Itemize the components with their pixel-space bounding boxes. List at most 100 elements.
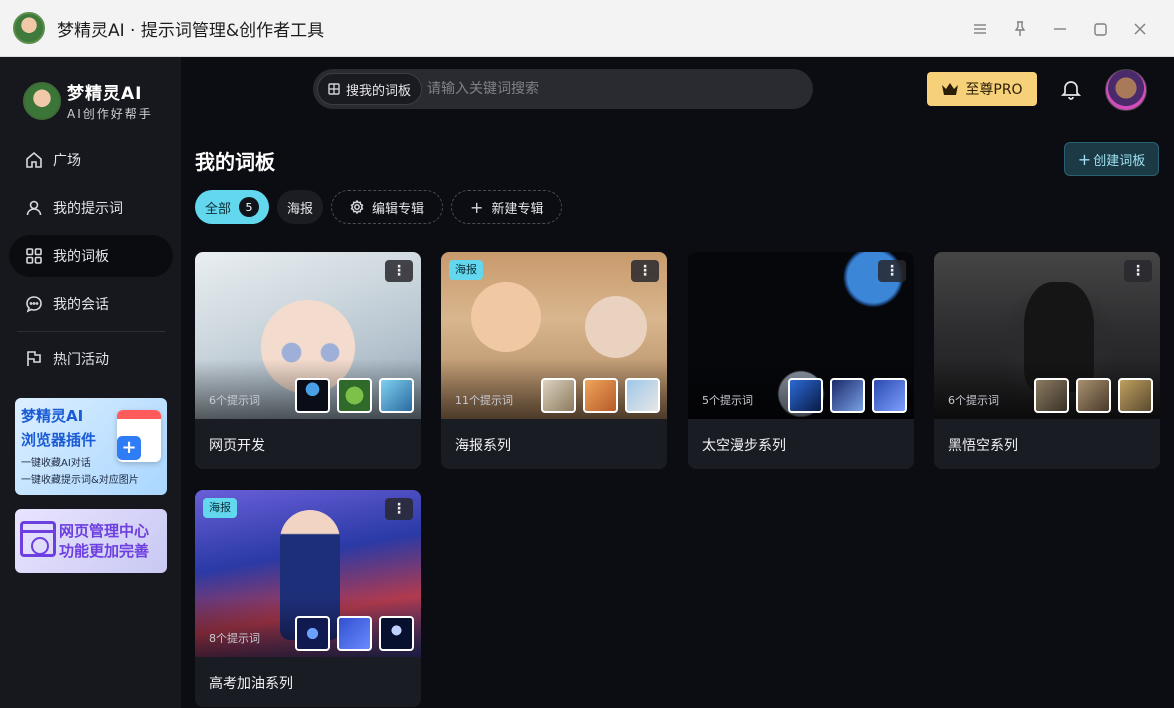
board-prompt-count: 5个提示词 xyxy=(702,394,753,407)
thumbnail-image[interactable] xyxy=(625,378,660,413)
thumbnail-image[interactable] xyxy=(583,378,618,413)
web-window-icon xyxy=(20,521,56,557)
search-scope-button[interactable]: 搜我的词板 xyxy=(317,73,423,105)
sidebar-item-label: 热门活动 xyxy=(53,352,109,368)
promo-title: 梦精灵AI xyxy=(21,407,84,425)
new-album-button[interactable]: + 新建专辑 xyxy=(451,190,563,224)
home-icon xyxy=(26,151,42,168)
pro-label: 至尊PRO xyxy=(965,82,1023,98)
thumbnail-image[interactable] xyxy=(1118,378,1153,413)
sidebar-item-label: 我的提示词 xyxy=(53,201,123,217)
notification-bell-icon[interactable] xyxy=(1060,78,1082,100)
sidebar-item-my-chats[interactable]: 我的会话 xyxy=(9,283,173,325)
board-prompt-count: 8个提示词 xyxy=(209,632,260,645)
maximize-icon[interactable] xyxy=(1080,16,1120,42)
app-logo-icon xyxy=(13,12,45,44)
board-prompt-count: 6个提示词 xyxy=(948,394,999,407)
board-card[interactable]: ⋮ 6个提示词 黑悟空系列 xyxy=(934,252,1160,469)
create-board-button[interactable]: + 创建词板 xyxy=(1064,142,1159,176)
chat-icon xyxy=(26,296,42,313)
board-card[interactable]: ⋮ 6个提示词 网页开发 xyxy=(195,252,421,469)
thumbnail-image[interactable] xyxy=(379,378,414,413)
board-name: 海报系列 xyxy=(455,438,511,454)
minimize-icon[interactable] xyxy=(1040,16,1080,42)
tab-all-label: 全部 xyxy=(205,201,232,217)
thumbnail-image[interactable] xyxy=(872,378,907,413)
thumbnail-image[interactable] xyxy=(379,616,414,651)
gear-icon xyxy=(350,200,364,214)
sidebar: 梦精灵AI AI创作好帮手 广场 我的提示词 我的词板 我的会话 热门活动 梦精… xyxy=(0,57,181,708)
tab-all[interactable]: 全部 5 xyxy=(195,190,270,224)
sidebar-item-label: 广场 xyxy=(53,153,81,169)
window-title: 梦精灵AI · 提示词管理&创作者工具 xyxy=(57,20,325,41)
plus-icon: + xyxy=(1077,149,1092,169)
web-center-promo[interactable]: 网页管理中心 功能更加完善 xyxy=(15,509,167,573)
board-name: 高考加油系列 xyxy=(209,676,293,692)
board-card[interactable]: 海报 ⋮ 11个提示词 海报系列 xyxy=(441,252,667,469)
search-bar: 搜我的词板 xyxy=(313,69,813,109)
more-menu-icon[interactable]: ⋮ xyxy=(631,260,659,282)
sidebar-item-label: 我的词板 xyxy=(53,249,109,265)
grid-icon xyxy=(26,248,42,264)
promo-line-1: 一键收藏AI对话 xyxy=(21,458,91,469)
board-tag: 海报 xyxy=(449,260,483,280)
board-name: 黑悟空系列 xyxy=(948,438,1018,454)
filter-tabs: 全部 5 海报 编辑专辑 + 新建专辑 xyxy=(195,190,563,224)
board-card[interactable]: ⋮ 5个提示词 太空漫步系列 xyxy=(688,252,914,469)
user-icon xyxy=(26,200,42,216)
thumbnail-image[interactable] xyxy=(295,616,330,651)
sidebar-item-square[interactable]: 广场 xyxy=(9,139,173,181)
menu-icon[interactable] xyxy=(960,16,1000,42)
more-menu-icon[interactable]: ⋮ xyxy=(385,260,413,282)
tab-all-count: 5 xyxy=(239,197,260,217)
close-icon[interactable] xyxy=(1120,16,1160,42)
search-scope-label: 搜我的词板 xyxy=(346,83,412,99)
promo-title-2: 浏览器插件 xyxy=(21,431,97,449)
crown-icon xyxy=(942,83,959,95)
thumbnail-image[interactable] xyxy=(788,378,823,413)
board-prompt-count: 11个提示词 xyxy=(455,394,513,407)
tab-poster[interactable]: 海报 xyxy=(277,190,324,224)
new-album-label: 新建专辑 xyxy=(491,201,544,217)
board-thumbnails xyxy=(1034,378,1153,413)
thumbnail-image[interactable] xyxy=(337,616,372,651)
more-menu-icon[interactable]: ⋮ xyxy=(878,260,906,282)
browser-plugin-promo[interactable]: 梦精灵AI 浏览器插件 一键收藏AI对话 一键收藏提示词&对应图片 + xyxy=(15,398,167,495)
board-thumbnails xyxy=(295,616,414,651)
sidebar-item-hot-events[interactable]: 热门活动 xyxy=(9,338,173,380)
brand[interactable]: 梦精灵AI AI创作好帮手 xyxy=(23,79,153,122)
user-avatar[interactable] xyxy=(1105,69,1147,111)
board-name: 太空漫步系列 xyxy=(702,438,786,454)
thumbnail-image[interactable] xyxy=(541,378,576,413)
pro-button[interactable]: 至尊PRO xyxy=(927,72,1037,106)
thumbnail-image[interactable] xyxy=(1034,378,1069,413)
search-input[interactable] xyxy=(427,81,788,97)
sidebar-item-my-boards[interactable]: 我的词板 xyxy=(9,235,173,277)
more-menu-icon[interactable]: ⋮ xyxy=(385,498,413,520)
brand-logo-icon xyxy=(23,81,61,120)
thumbnail-image[interactable] xyxy=(295,378,330,413)
promo-line-2: 一键收藏提示词&对应图片 xyxy=(21,475,139,486)
edit-album-button[interactable]: 编辑专辑 xyxy=(331,190,444,224)
board-card[interactable]: 海报 ⋮ 8个提示词 高考加油系列 xyxy=(195,490,421,707)
thumbnail-image[interactable] xyxy=(337,378,372,413)
pin-icon[interactable] xyxy=(1000,16,1040,42)
edit-album-label: 编辑专辑 xyxy=(372,201,425,217)
tab-poster-label: 海报 xyxy=(287,201,314,217)
flag-icon xyxy=(27,351,41,366)
plus-icon: + xyxy=(470,197,484,217)
grid-small-icon xyxy=(328,83,340,95)
promo-web-line-2: 功能更加完善 xyxy=(59,542,150,560)
brand-subtitle: AI创作好帮手 xyxy=(67,107,153,121)
nav-divider xyxy=(17,331,165,332)
board-thumbnails xyxy=(541,378,660,413)
sidebar-item-label: 我的会话 xyxy=(53,297,109,313)
board-name: 网页开发 xyxy=(209,438,265,454)
board-thumbnails xyxy=(295,378,414,413)
thumbnail-image[interactable] xyxy=(830,378,865,413)
board-thumbnails xyxy=(788,378,907,413)
brand-name: 梦精灵AI xyxy=(67,84,143,104)
more-menu-icon[interactable]: ⋮ xyxy=(1124,260,1152,282)
sidebar-item-my-prompts[interactable]: 我的提示词 xyxy=(9,187,173,229)
thumbnail-image[interactable] xyxy=(1076,378,1111,413)
